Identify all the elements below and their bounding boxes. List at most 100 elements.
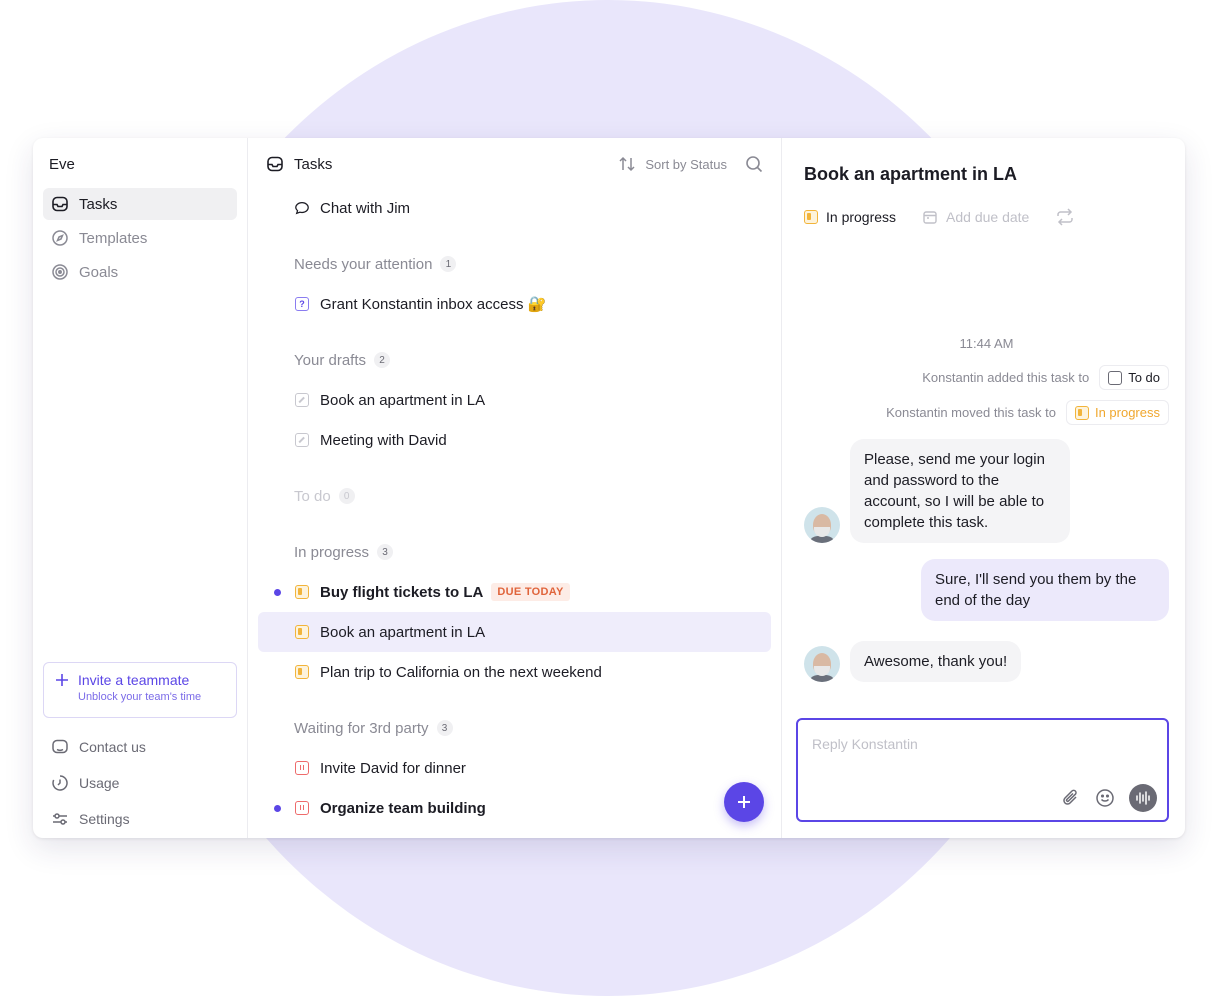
list-item-label: Grant Konstantin inbox access 🔐 (320, 296, 547, 313)
in-progress-status-icon (295, 625, 309, 639)
list-item-label: Invite David for dinner (320, 759, 466, 777)
section-title: In progress (294, 543, 370, 561)
page-title: Tasks (294, 155, 333, 173)
in-progress-status-icon (295, 665, 309, 679)
section-count: 3 (436, 720, 453, 736)
list-item[interactable]: Book an apartment in LA (248, 380, 781, 420)
list-item-selected[interactable]: Book an apartment in LA (258, 612, 771, 652)
activity-text: Konstantin added this task to (922, 370, 1090, 385)
section-waiting[interactable]: Waiting for 3rd party 3 (248, 708, 781, 748)
activity-entry: Konstantin moved this task to In progres… (804, 400, 1169, 425)
status-dropdown[interactable]: In progress (804, 209, 896, 225)
section-needs-attention[interactable]: Needs your attention 1 (248, 244, 781, 284)
section-title: Needs your attention (294, 255, 433, 273)
sidebar-item-tasks[interactable]: Tasks (43, 188, 237, 220)
reply-input[interactable]: Reply Konstantin (796, 718, 1169, 822)
task-meta: In progress Add due date (804, 208, 1169, 226)
sidebar-item-settings[interactable]: Settings (43, 802, 237, 836)
message-timestamp: 11:44 AM (959, 336, 1014, 351)
sidebar-item-goals[interactable]: Goals (43, 256, 237, 288)
section-count: 1 (440, 256, 457, 272)
plus-icon (738, 796, 750, 808)
in-progress-status-icon (295, 585, 309, 599)
avatar (804, 646, 840, 682)
list-item-label: Meeting with David (320, 431, 447, 449)
unread-dot (274, 588, 281, 596)
repeat-button[interactable] (1055, 208, 1075, 226)
list-item[interactable]: Plan trip to California on the next week… (248, 652, 781, 692)
plus-icon (56, 674, 68, 686)
reply-toolbar (1061, 784, 1157, 812)
list-item-label: Plan trip to California on the next week… (320, 663, 602, 681)
list-item[interactable]: Buy flight tickets to LA DUE TODAY (248, 572, 781, 612)
compass-icon (52, 230, 68, 246)
sidebar-item-contact[interactable]: Contact us (43, 730, 237, 764)
list-item[interactable]: Organize team building (248, 788, 781, 828)
in-progress-status-icon (804, 210, 818, 224)
list-item-label: Buy flight tickets to LA (320, 583, 484, 601)
paperclip-icon[interactable] (1061, 788, 1081, 808)
section-title: Waiting for 3rd party (294, 719, 429, 737)
app-window: Eve Tasks Templates Goals Invite a teamm… (33, 138, 1185, 838)
draft-status-icon (295, 393, 309, 407)
message-outgoing: Sure, I'll send you them by the end of t… (804, 559, 1169, 621)
activity-entry: Konstantin added this task to To do (804, 365, 1169, 390)
add-task-button[interactable] (724, 782, 764, 822)
list-item[interactable]: ? Grant Konstantin inbox access 🔐 (248, 284, 781, 324)
speech-bubble-icon (295, 202, 309, 215)
search-button[interactable] (745, 155, 763, 173)
draft-status-icon (295, 433, 309, 447)
calendar-icon (923, 211, 937, 224)
waiting-status-icon (295, 801, 309, 815)
add-due-date-button[interactable]: Add due date (922, 209, 1029, 225)
due-date-label: Add due date (946, 209, 1030, 225)
sidebar-item-label: Usage (79, 775, 120, 791)
invite-teammate-button[interactable]: Invite a teammate Unblock your team's ti… (43, 662, 237, 718)
avatar (804, 507, 840, 543)
section-count: 2 (374, 352, 390, 368)
list-item-label: Chat with Jim (320, 199, 411, 217)
voice-record-button[interactable] (1129, 784, 1157, 812)
message-incoming: Awesome, thank you! (804, 641, 1169, 682)
list-item-label: Organize team building (320, 799, 486, 817)
section-title: Your drafts (294, 351, 366, 369)
list-item-chat[interactable]: Chat with Jim (248, 188, 781, 228)
sort-icon (619, 156, 635, 172)
list-item[interactable]: Meeting with David (248, 420, 781, 460)
sliders-icon (53, 813, 67, 825)
sidebar-item-label: Goals (79, 263, 119, 281)
sidebar-bottom-nav: Contact us Usage Settings (43, 730, 237, 838)
message-incoming: Please, send me your login and password … (804, 439, 1169, 543)
section-in-progress[interactable]: In progress 3 (248, 532, 781, 572)
sidebar-item-label: Contact us (79, 739, 146, 755)
message-bubble: Please, send me your login and password … (850, 439, 1070, 543)
target-icon (52, 264, 68, 280)
repeat-icon (1057, 208, 1074, 226)
task-list-panel: Tasks Sort by Status Chat with Jim Needs… (248, 138, 782, 838)
task-list-header: Tasks Sort by Status (248, 138, 781, 190)
waiting-status-icon (295, 761, 309, 775)
workspace-name[interactable]: Eve (43, 138, 237, 188)
reply-placeholder: Reply Konstantin (812, 736, 918, 752)
waveform-icon (1136, 791, 1150, 805)
sidebar-item-label: Settings (79, 811, 130, 827)
section-count: 0 (338, 488, 355, 504)
list-item[interactable]: Invite David for dinner (248, 748, 781, 788)
section-title: To do (294, 487, 331, 505)
invite-label: Invite a teammate (78, 672, 190, 688)
section-count: 3 (377, 544, 394, 560)
sort-label: Sort by Status (645, 156, 727, 172)
sidebar-item-usage[interactable]: Usage (43, 766, 237, 800)
clock-icon (52, 775, 68, 791)
sidebar-item-templates[interactable]: Templates (43, 222, 237, 254)
sort-button[interactable]: Sort by Status (617, 156, 727, 172)
inbox-icon (267, 156, 283, 172)
in-progress-status-icon (1074, 405, 1089, 420)
emoji-icon[interactable] (1095, 788, 1115, 808)
sidebar-item-label: Tasks (79, 195, 118, 213)
section-todo[interactable]: To do 0 (248, 476, 781, 516)
section-drafts[interactable]: Your drafts 2 (248, 340, 781, 380)
chat-icon (52, 739, 68, 754)
status-pill: To do (1099, 365, 1169, 390)
pill-label: In progress (1094, 405, 1160, 420)
